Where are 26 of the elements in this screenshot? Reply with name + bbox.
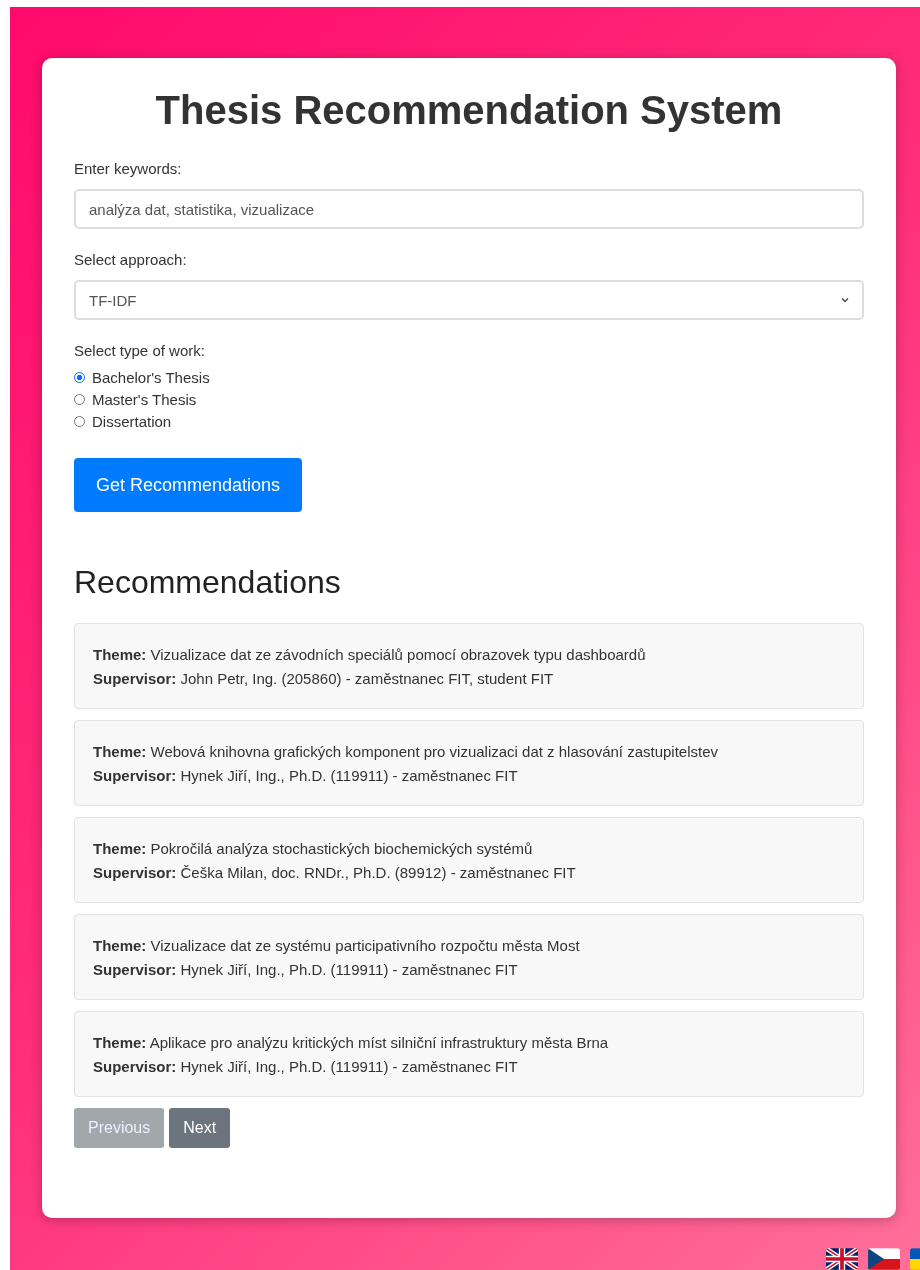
supervisor-text: Supervisor: Hynek Jiří, Ing., Ph.D. (119911) - zaměstnanec FIT <box>93 1057 519 1077</box>
theme-text: Theme: Vizualizace dat ze systému participativního rozpočtu města Most <box>93 936 581 956</box>
approach-select[interactable]: TF-IDF <box>74 280 864 320</box>
radio-label[interactable]: Master's Thesis <box>92 391 197 408</box>
keywords-label: Enter keywords: <box>74 160 183 177</box>
supervisor-text: Supervisor: Hynek Jiří, Ing., Ph.D. (119911) - zaměstnanec FIT <box>93 960 519 980</box>
radio-button[interactable] <box>74 372 85 383</box>
supervisor-text: Supervisor: Hynek Jiří, Ing., Ph.D. (119911) - zaměstnanec FIT <box>93 766 519 786</box>
flag-icon[interactable] <box>868 1248 900 1270</box>
pagination-button[interactable]: Next <box>169 1108 231 1148</box>
theme-text: Theme: Pokročilá analýza stochastických biochemických systémů <box>93 839 534 859</box>
flag-icon[interactable] <box>826 1248 858 1270</box>
radio-label[interactable]: Dissertation <box>92 413 172 430</box>
page-title: Thesis Recommendation System <box>154 87 784 134</box>
supervisor-text: Supervisor: Češka Milan, doc. RNDr., Ph.D. (89912) - zaměstnanec FIT <box>93 863 577 883</box>
radio-label[interactable]: Bachelor's Thesis <box>92 369 210 386</box>
get-recommendations-button[interactable]: Get Recommendations <box>74 458 303 512</box>
recommendations-heading: Recommendations <box>74 564 342 601</box>
chevron-icon <box>841 297 849 303</box>
supervisor-text: Supervisor: John Petr, Ing. (205860) - zaměstnanec FIT, student FIT <box>93 669 555 689</box>
keywords-input[interactable]: analýza dat, statistika, vizualizace <box>74 189 864 229</box>
theme-text: Theme: Aplikace pro analýzu kritických míst silniční infrastruktury města Brna <box>93 1033 610 1053</box>
theme-text: Theme: Webová knihovna grafických komponent pro vizualizaci dat z hlasování zastupitelstev <box>93 742 720 762</box>
approach-label: Select approach: <box>74 251 188 268</box>
theme-text: Theme: Vizualizace dat ze závodních speciálů pomocí obrazovek typu dashboardů <box>93 645 647 665</box>
work-type-label: Select type of work: <box>74 342 206 359</box>
